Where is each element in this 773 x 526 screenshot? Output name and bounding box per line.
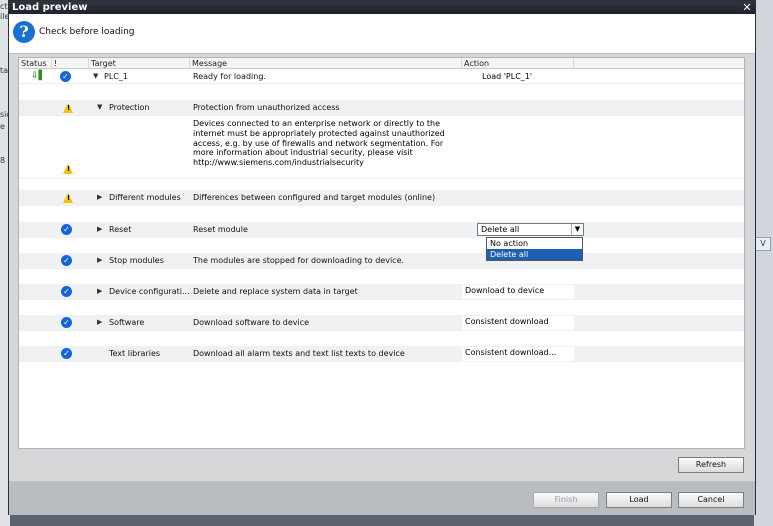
- chevron-right-icon[interactable]: ▶: [97, 287, 102, 295]
- load-button[interactable]: Load: [606, 492, 672, 508]
- target-cell: Device configurati...: [109, 287, 190, 296]
- table-row[interactable]: ⇩▌ ✓ ▼ PLC_1 Ready for loading. Load 'PL…: [19, 70, 744, 84]
- target-cell: Reset: [109, 225, 132, 234]
- table-row[interactable]: ✓ Text libraries Download all alarm text…: [19, 346, 744, 362]
- target-cell: Stop modules: [109, 256, 164, 265]
- table-row[interactable]: ✓ ▶ Software Download software to device…: [19, 315, 744, 331]
- chevron-down-icon[interactable]: ▼: [571, 224, 583, 235]
- action-cell[interactable]: Download to device: [462, 285, 574, 299]
- background-app-right: V: [754, 0, 773, 526]
- chevron-right-icon[interactable]: ▶: [97, 225, 102, 233]
- reset-action-dropdown[interactable]: No action Delete all: [486, 237, 583, 261]
- target-cell: Protection: [109, 103, 150, 112]
- message-cell: The modules are stopped for downloading …: [193, 256, 405, 265]
- check-icon: ✓: [61, 317, 72, 328]
- load-preview-dialog: Load preview ✕ ? Check before loading St…: [8, 0, 756, 515]
- refresh-button[interactable]: Refresh: [678, 457, 744, 473]
- download-status-icon: ⇩▌: [31, 71, 46, 81]
- message-cell: Devices connected to an enterprise netwo…: [193, 119, 445, 168]
- target-cell: PLC_1: [104, 72, 128, 81]
- target-cell: Software: [109, 318, 145, 327]
- load-preview-table: Status ! Target Message Action ⇩▌ ✓ ▼ PL…: [18, 57, 745, 449]
- action-cell[interactable]: Consistent download: [462, 316, 574, 330]
- table-row[interactable]: ✓ ▶ Stop modules The modules are stopped…: [19, 253, 744, 269]
- table-row[interactable]: Devices connected to an enterprise netwo…: [19, 117, 744, 179]
- dropdown-option-delete-all[interactable]: Delete all: [487, 249, 582, 260]
- warning-icon: [63, 103, 73, 113]
- select-value: Delete all: [481, 225, 520, 234]
- table-row[interactable]: ✓ ▶ Device configurati... Delete and rep…: [19, 284, 744, 300]
- dropdown-option-no-action[interactable]: No action: [487, 238, 582, 249]
- background-toolbar-button[interactable]: V: [755, 237, 771, 251]
- reset-action-select[interactable]: Delete all ▼: [477, 223, 584, 236]
- message-cell: Download all alarm texts and text list t…: [193, 349, 405, 358]
- header-text: Check before loading: [39, 27, 135, 37]
- message-cell: Delete and replace system data in target: [193, 287, 358, 296]
- close-icon[interactable]: ✕: [739, 1, 755, 14]
- column-empty: [574, 58, 744, 69]
- check-icon: ✓: [61, 224, 72, 235]
- column-action[interactable]: Action: [462, 58, 574, 69]
- chevron-down-icon[interactable]: ▼: [93, 72, 98, 80]
- target-cell: Different modules: [109, 193, 181, 202]
- warning-icon: [63, 193, 73, 203]
- footer-bar: Finish Load Cancel: [9, 482, 755, 515]
- column-bang[interactable]: !: [52, 58, 89, 69]
- check-icon: ✓: [60, 71, 71, 82]
- table-header: Status ! Target Message Action: [19, 58, 744, 69]
- message-cell: Differences between configured and targe…: [193, 193, 436, 202]
- message-cell: Download software to device: [193, 318, 310, 327]
- help-icon: ?: [13, 21, 35, 43]
- cancel-button[interactable]: Cancel: [678, 492, 744, 508]
- column-status[interactable]: Status: [19, 58, 52, 69]
- action-cell[interactable]: Consistent download...: [462, 347, 574, 361]
- check-icon: ✓: [61, 348, 72, 359]
- target-cell: Text libraries: [109, 349, 161, 358]
- chevron-right-icon[interactable]: ▶: [97, 318, 102, 326]
- message-cell: Ready for loading.: [193, 72, 266, 81]
- chevron-right-icon[interactable]: ▶: [97, 193, 102, 201]
- chevron-down-icon[interactable]: ▼: [97, 103, 102, 111]
- finish-button[interactable]: Finish: [533, 492, 599, 508]
- chevron-right-icon[interactable]: ▶: [97, 256, 102, 264]
- dialog-title: Load preview: [12, 2, 88, 13]
- dialog-header: ? Check before loading: [9, 14, 755, 54]
- check-icon: ✓: [61, 255, 72, 266]
- warning-icon: [63, 164, 73, 174]
- table-row[interactable]: ▼ Protection Protection from unauthorize…: [19, 100, 744, 116]
- table-row[interactable]: ✓ ▶ Reset Reset module: [19, 222, 744, 238]
- check-icon: ✓: [61, 286, 72, 297]
- action-cell[interactable]: Load 'PLC_1': [482, 72, 532, 81]
- column-message[interactable]: Message: [190, 58, 462, 69]
- message-cell: Protection from unauthorized access: [193, 103, 340, 112]
- message-cell: Reset module: [193, 225, 248, 234]
- titlebar: Load preview ✕: [9, 1, 755, 14]
- table-row[interactable]: ▶ Different modules Differences between …: [19, 190, 744, 206]
- column-target[interactable]: Target: [89, 58, 190, 69]
